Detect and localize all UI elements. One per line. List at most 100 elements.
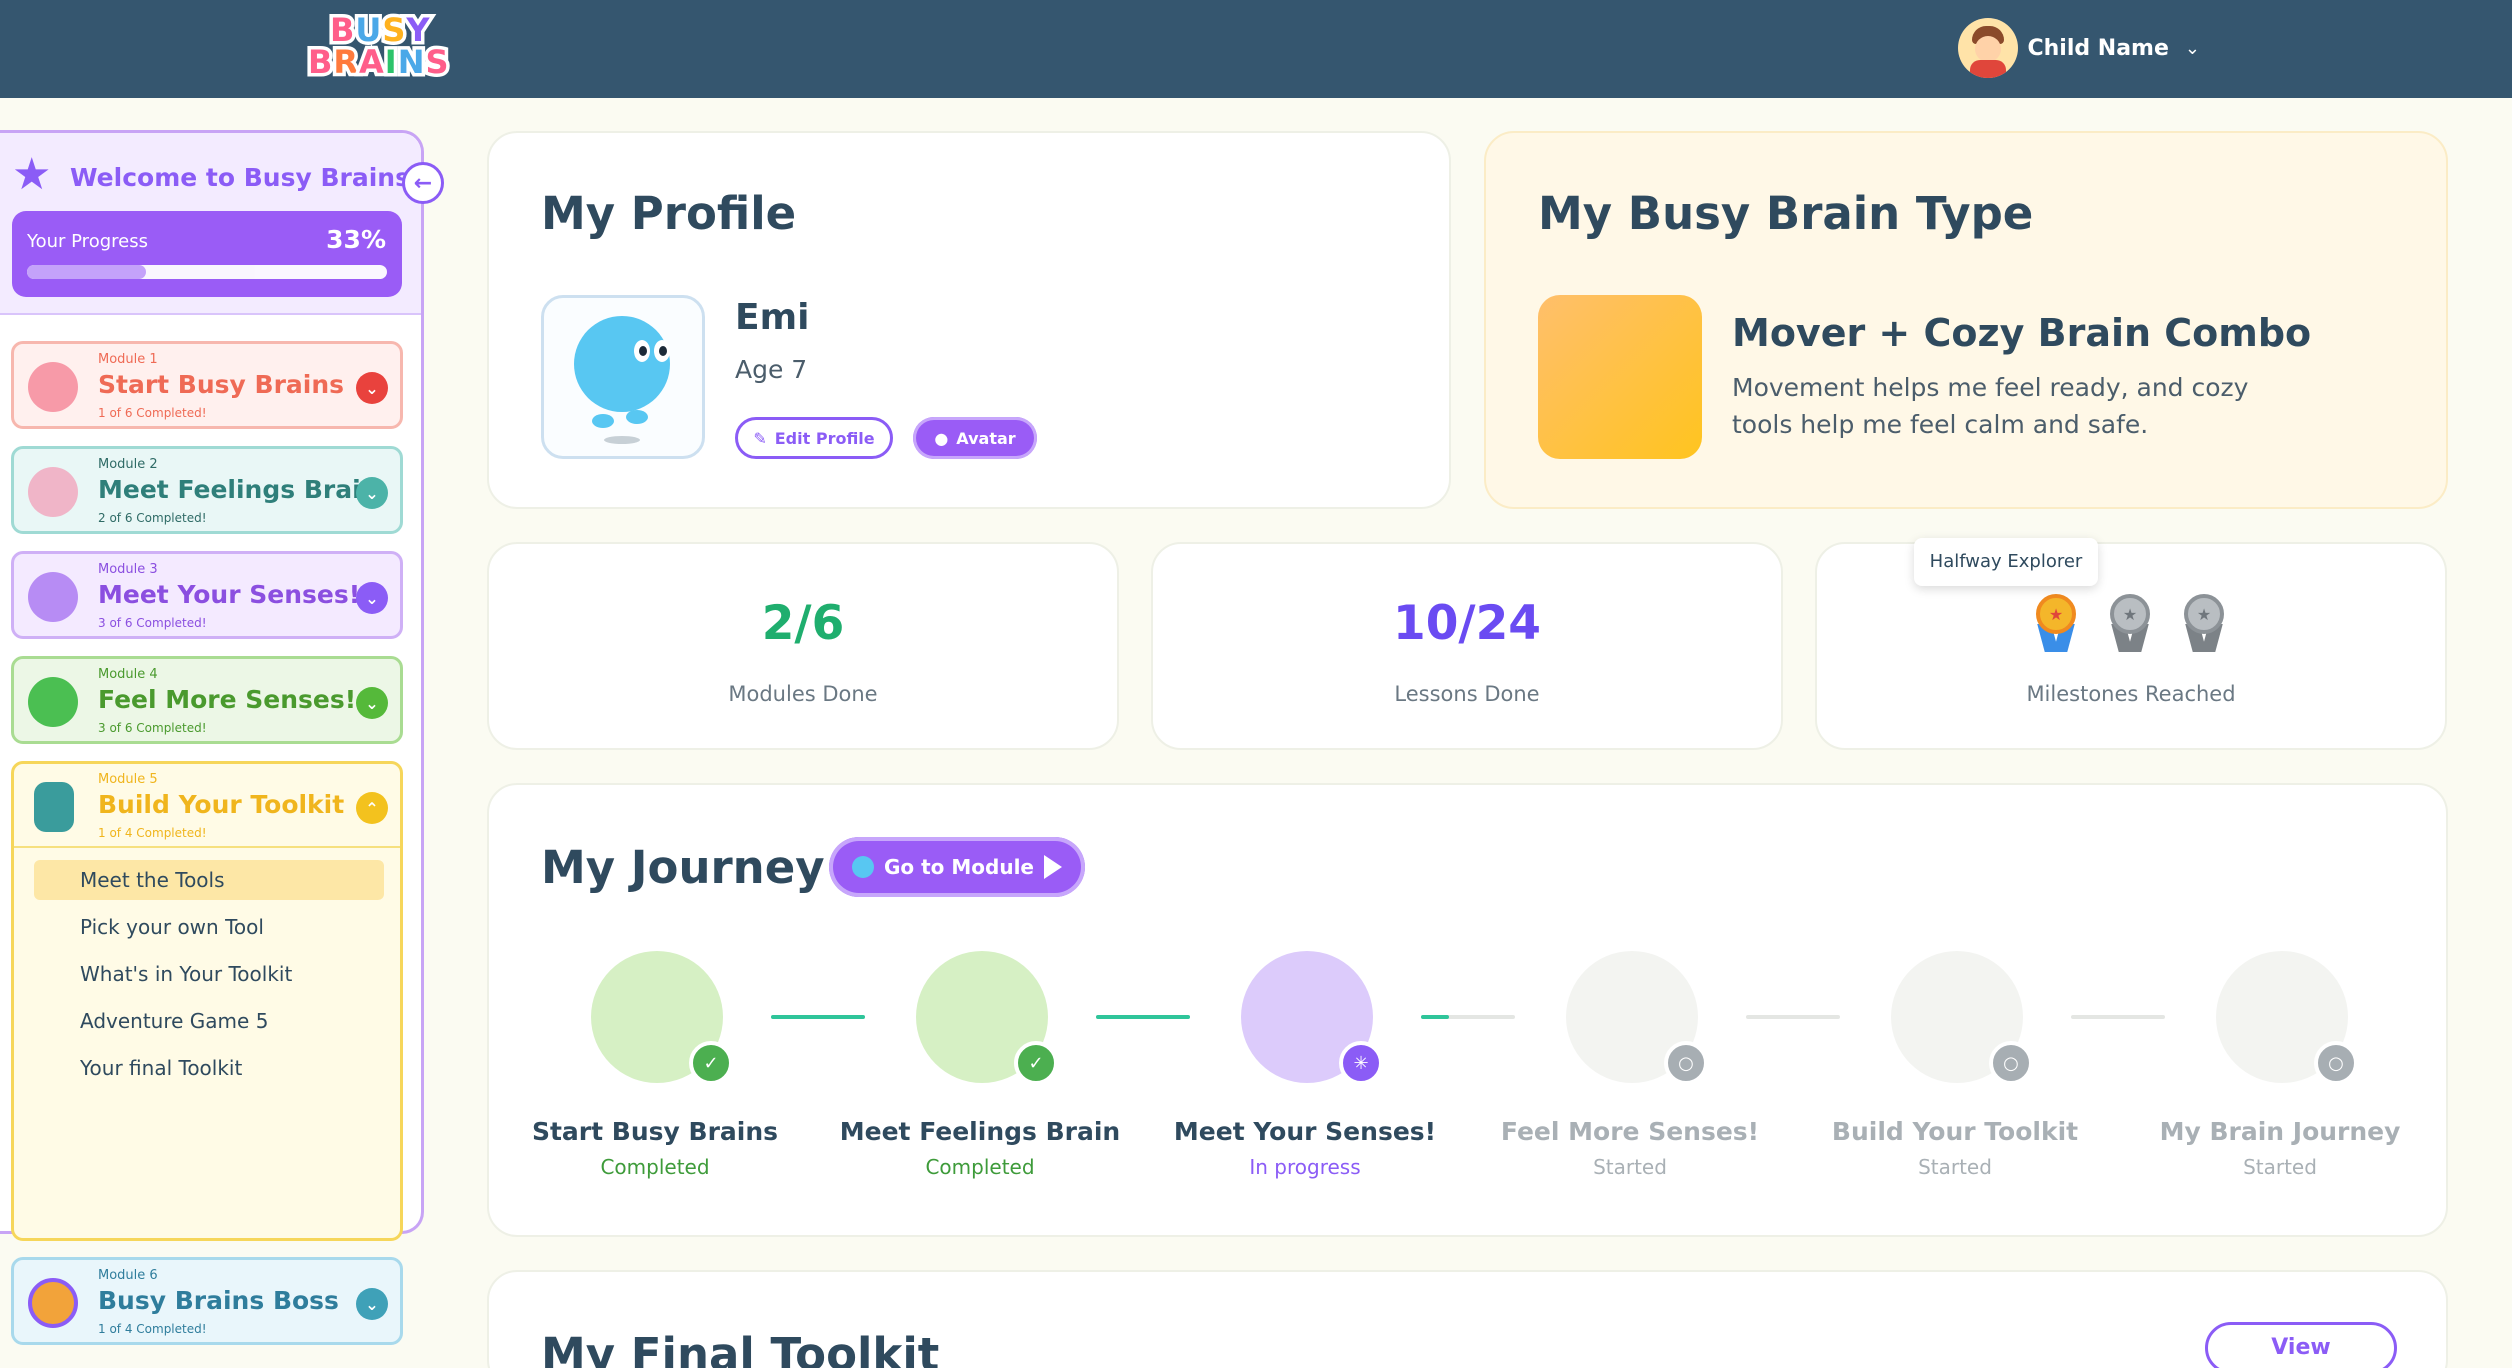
milestone-tooltip: Halfway Explorer bbox=[1914, 538, 2098, 586]
view-button[interactable]: View bbox=[2205, 1322, 2397, 1368]
star-icon: ★ bbox=[12, 149, 52, 200]
person-icon: ● bbox=[934, 428, 949, 448]
chevron-down-icon[interactable]: ⌄ bbox=[356, 372, 388, 404]
profile-avatar bbox=[541, 295, 705, 459]
lesson-item[interactable]: Pick your own Tool bbox=[34, 907, 384, 947]
step-status: In progress bbox=[1249, 1155, 1361, 1179]
lessons-done-card: 10/24 Lessons Done bbox=[1151, 542, 1783, 750]
module-progress: 2 of 6 Completed! bbox=[98, 511, 207, 525]
journey-step[interactable]: ✓ Meet Feelings Brain Completed bbox=[830, 951, 1130, 1191]
journey-step[interactable]: ✓ Start Busy Brains Completed bbox=[505, 951, 805, 1191]
module-3-card[interactable]: Module 3 Meet Your Senses! 3 of 6 Comple… bbox=[11, 551, 403, 639]
go-to-module-button[interactable]: Go to Module bbox=[829, 837, 1085, 897]
step-name: Feel More Senses! bbox=[1500, 1117, 1760, 1146]
medal-locked-icon[interactable]: ★ bbox=[2107, 594, 2153, 654]
module-progress: 1 of 4 Completed! bbox=[98, 1322, 207, 1336]
pencil-icon: ✎ bbox=[753, 428, 767, 448]
backpack-icon bbox=[34, 782, 74, 832]
medal-locked-icon[interactable]: ★ bbox=[2181, 594, 2227, 654]
go-to-module-label: Go to Module bbox=[884, 855, 1034, 879]
welcome-title: Welcome to Busy Brains bbox=[70, 163, 410, 192]
journey-step[interactable]: ○ My Brain Journey Started bbox=[2130, 951, 2430, 1191]
module-title: Start Busy Brains bbox=[98, 370, 345, 399]
journey-step[interactable]: ○ Feel More Senses! Started bbox=[1480, 951, 1780, 1191]
progress-card: Your Progress 33% bbox=[12, 211, 402, 297]
lesson-item[interactable]: Meet the Tools bbox=[34, 860, 384, 900]
step-name: Build Your Toolkit bbox=[1831, 1117, 2079, 1146]
chevron-down-icon[interactable]: ⌄ bbox=[356, 582, 388, 614]
senses-icon bbox=[28, 677, 78, 727]
modules-done-value: 2/6 bbox=[761, 596, 845, 651]
progress-percent: 33% bbox=[326, 225, 386, 254]
empty-circle-icon: ○ bbox=[1989, 1041, 2033, 1085]
busy-brains-logo[interactable]: BUSY BRAINS bbox=[304, 11, 458, 84]
modules-done-card: 2/6 Modules Done bbox=[487, 542, 1119, 750]
avatar-label: Avatar bbox=[956, 428, 1016, 448]
step-name: My Brain Journey bbox=[2159, 1117, 2401, 1146]
journey-step[interactable]: ✳ Meet Your Senses! In progress bbox=[1155, 951, 1455, 1191]
milestone-medals: ★ ★ ★ bbox=[2033, 594, 2227, 654]
journey-heading: My Journey bbox=[541, 841, 825, 894]
brain-type-description: Movement helps me feel ready, and cozy t… bbox=[1732, 373, 2249, 439]
progress-bar bbox=[27, 265, 387, 279]
collapse-sidebar-button[interactable]: ← bbox=[402, 162, 444, 204]
module-progress: 3 of 6 Completed! bbox=[98, 616, 207, 630]
milestones-card: ★ ★ ★ Milestones Reached bbox=[1815, 542, 2447, 750]
module-5-card: Module 5 Build Your Toolkit 1 of 4 Compl… bbox=[11, 761, 403, 1241]
edit-profile-label: Edit Profile bbox=[774, 428, 875, 448]
brain-type-heading: My Busy Brain Type bbox=[1538, 187, 2034, 240]
step-name: Meet Your Senses! bbox=[1173, 1117, 1437, 1146]
module-4-card[interactable]: Module 4 Feel More Senses! 3 of 6 Comple… bbox=[11, 656, 403, 744]
module-progress: 3 of 6 Completed! bbox=[98, 721, 207, 735]
module-2-card[interactable]: Module 2 Meet Feelings Brain 2 of 6 Comp… bbox=[11, 446, 403, 534]
module-number: Module 4 bbox=[98, 667, 158, 682]
profile-name: Emi bbox=[735, 297, 810, 338]
profile-card: My Profile Emi Age 7 ✎ Edit Profile ● Av… bbox=[487, 131, 1451, 509]
profile-heading: My Profile bbox=[541, 187, 797, 240]
brain-type-image bbox=[1538, 295, 1702, 459]
journey-card: My Journey Go to Module ✓ Start Busy Bra… bbox=[487, 783, 2448, 1237]
step-name: Start Busy Brains bbox=[531, 1117, 779, 1146]
lessons-done-value: 10/24 bbox=[1393, 596, 1541, 651]
mascot-icon bbox=[852, 856, 874, 878]
lessons-done-label: Lessons Done bbox=[1394, 682, 1540, 706]
sidebar: ★ Welcome to Busy Brains Your Progress 3… bbox=[0, 130, 424, 1345]
step-status: Started bbox=[1593, 1155, 1667, 1179]
badge-icon bbox=[28, 1278, 78, 1328]
lesson-item[interactable]: Adventure Game 5 bbox=[34, 1001, 384, 1041]
empty-circle-icon: ○ bbox=[2314, 1041, 2358, 1085]
module-title: Build Your Toolkit bbox=[98, 790, 345, 819]
module-number: Module 6 bbox=[98, 1268, 158, 1283]
final-toolkit-heading: My Final Toolkit bbox=[541, 1328, 940, 1368]
journey-step[interactable]: ○ Build Your Toolkit Started bbox=[1805, 951, 2105, 1191]
chevron-up-icon[interactable]: ⌃ bbox=[356, 792, 388, 824]
progress-label: Your Progress bbox=[27, 231, 148, 252]
module-title: Meet Your Senses! bbox=[98, 580, 361, 609]
lesson-item[interactable]: What's in Your Toolkit bbox=[34, 954, 384, 994]
module-number: Module 2 bbox=[98, 457, 158, 472]
profile-age: Age 7 bbox=[735, 355, 808, 384]
welcome-panel: ★ Welcome to Busy Brains Your Progress 3… bbox=[0, 133, 421, 315]
progress-fill bbox=[27, 265, 146, 279]
medal-gold-icon[interactable]: ★ bbox=[2033, 594, 2079, 654]
module-5-header[interactable]: Module 5 Build Your Toolkit 1 of 4 Compl… bbox=[14, 764, 400, 848]
module-title: Meet Feelings Brain bbox=[98, 475, 379, 504]
brain-icon bbox=[28, 362, 78, 412]
final-toolkit-card: My Final Toolkit View bbox=[487, 1270, 2448, 1368]
check-icon: ✓ bbox=[1014, 1041, 1058, 1085]
step-status: Completed bbox=[600, 1155, 710, 1179]
step-status: Started bbox=[2243, 1155, 2317, 1179]
chevron-down-icon[interactable]: ⌄ bbox=[356, 477, 388, 509]
module-progress: 1 of 6 Completed! bbox=[98, 406, 207, 420]
edit-profile-button[interactable]: ✎ Edit Profile bbox=[735, 417, 893, 459]
module-1-card[interactable]: Module 1 Start Busy Brains 1 of 6 Comple… bbox=[11, 341, 403, 429]
chevron-down-icon[interactable]: ⌄ bbox=[356, 687, 388, 719]
user-menu[interactable]: Child Name ⌄ bbox=[1957, 16, 2200, 80]
chevron-down-icon: ⌄ bbox=[2184, 37, 2200, 59]
check-icon: ✓ bbox=[689, 1041, 733, 1085]
lesson-item[interactable]: Your final Toolkit bbox=[34, 1048, 384, 1088]
chevron-down-icon[interactable]: ⌄ bbox=[356, 1288, 388, 1320]
module-6-card[interactable]: Module 6 Busy Brains Boss 1 of 4 Complet… bbox=[11, 1257, 403, 1345]
avatar bbox=[1957, 18, 2018, 78]
avatar-button[interactable]: ● Avatar bbox=[913, 417, 1037, 459]
